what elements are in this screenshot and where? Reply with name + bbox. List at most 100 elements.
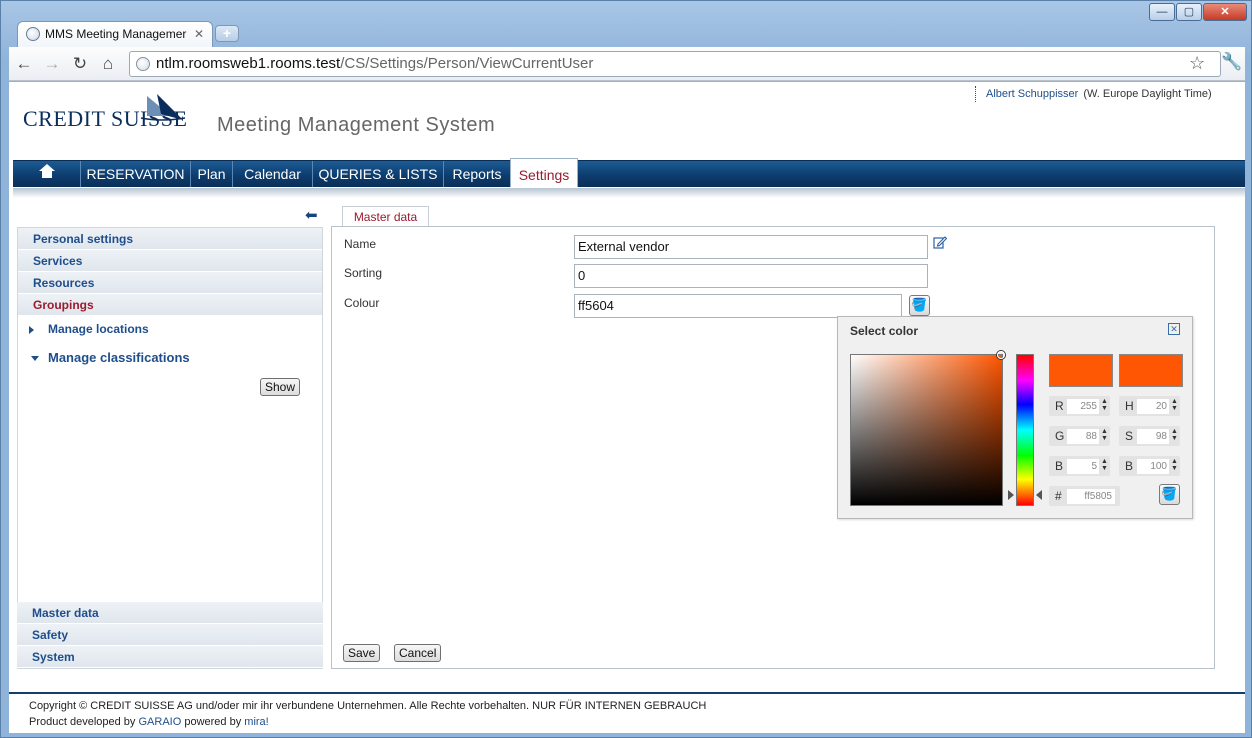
sorting-field[interactable]: 0 [574, 264, 928, 288]
color-picker-title: Select color [850, 324, 919, 338]
paint-bucket-icon[interactable]: 🪣 [909, 295, 930, 316]
sidebar-sub-manage-locations[interactable]: Manage locations [18, 318, 322, 344]
forward-arrow-icon[interactable]: → [41, 53, 63, 75]
menu-home[interactable] [13, 161, 81, 187]
tab-master-data[interactable]: Master data [342, 206, 429, 227]
green-input[interactable]: 88 [1067, 429, 1099, 444]
spinner-icon[interactable]: ▲ ▼ [1171, 458, 1178, 472]
saturation-label: S [1125, 429, 1134, 443]
color-picker: Select color ✕ R 255 ▲ ▼ H 20 ▲ ▼ G 88 ▲… [837, 316, 1193, 519]
brightness-label: B [1125, 459, 1134, 473]
close-icon[interactable]: ✕ [1168, 323, 1180, 335]
star-icon[interactable]: ☆ [1189, 53, 1205, 74]
red-input[interactable]: 255 [1067, 399, 1099, 414]
page-viewport: Albert Schuppisser (W. Europe Daylight Ti… [9, 82, 1245, 733]
name-label: Name [344, 237, 377, 251]
saturation-channel: S 98 ▲ ▼ [1119, 426, 1180, 446]
reload-icon[interactable]: ↻ [69, 53, 91, 75]
hue-input[interactable]: 20 [1137, 399, 1169, 414]
maximize-button[interactable]: ▢ [1176, 3, 1202, 21]
spinner-icon[interactable]: ▲ ▼ [1101, 398, 1108, 412]
browser-toolbar: ← → ↻ ⌂ ntlm.roomsweb1.rooms.test/CS/Set… [9, 47, 1245, 81]
hue-pointer-left-icon[interactable] [1008, 490, 1014, 500]
hex-channel: # ff5805 [1049, 486, 1120, 506]
current-color-swatch [1049, 354, 1113, 387]
new-color-swatch[interactable] [1119, 354, 1183, 387]
menu-shadow [13, 188, 1245, 198]
spinner-icon[interactable]: ▲ ▼ [1101, 458, 1108, 472]
menu-plan[interactable]: Plan [191, 161, 233, 187]
site-info-icon[interactable] [136, 57, 150, 71]
saturation-input[interactable]: 98 [1137, 429, 1169, 444]
sidebar-item-master-data[interactable]: Master data [17, 602, 323, 624]
blue-channel: B 5 ▲ ▼ [1049, 456, 1110, 476]
hue-slider[interactable] [1016, 354, 1034, 506]
save-button[interactable]: Save [343, 644, 381, 662]
timezone-label: (W. Europe Daylight Time) [1083, 88, 1212, 100]
sv-cursor[interactable] [997, 351, 1005, 359]
minimize-button[interactable]: — [1149, 3, 1175, 21]
user-info: Albert Schuppisser (W. Europe Daylight Ti… [975, 86, 1212, 102]
menu-reports[interactable]: Reports [444, 161, 511, 187]
edit-icon[interactable] [933, 235, 947, 249]
main-menu: RESERVATION Plan Calendar QUERIES & LIST… [13, 158, 1245, 187]
menu-reservation[interactable]: RESERVATION [81, 161, 191, 187]
url-host: ntlm.roomsweb1.rooms.test [156, 55, 341, 72]
colour-label: Colour [344, 296, 380, 310]
window-close-button[interactable]: ✕ [1203, 3, 1247, 21]
wrench-icon[interactable]: 🔧 [1221, 52, 1242, 72]
back-arrow-icon[interactable]: ← [13, 53, 35, 75]
sidebar-item-services[interactable]: Services [18, 250, 322, 272]
copyright-text: Copyright © CREDIT SUISSE AG und/oder mi… [29, 700, 707, 712]
green-label: G [1055, 429, 1065, 443]
spinner-icon[interactable]: ▲ ▼ [1171, 428, 1178, 442]
sidebar-item-system[interactable]: System [17, 646, 323, 668]
app-title: Meeting Management System [217, 114, 496, 136]
expand-arrow-icon [29, 326, 34, 334]
menu-queries-lists[interactable]: QUERIES & LISTS [313, 161, 444, 187]
url-path: /CS/Settings/Person/ViewCurrentUser [340, 55, 594, 72]
tab-close-icon[interactable]: ✕ [194, 27, 204, 41]
new-tab-button[interactable]: + [215, 25, 239, 42]
page-favicon-icon [26, 27, 40, 41]
sidebar-sub-manage-classifications[interactable]: Manage classifications [18, 347, 322, 373]
collapse-arrow-icon [31, 356, 39, 361]
sidebar-item-groupings[interactable]: Groupings [18, 294, 322, 316]
hex-input[interactable]: ff5805 [1067, 489, 1115, 504]
developer-line: Product developed by GARAIO powered by m… [29, 714, 1245, 730]
sidebar-item-safety[interactable]: Safety [17, 624, 323, 646]
blue-input[interactable]: 5 [1067, 459, 1099, 474]
spinner-icon[interactable]: ▲ ▼ [1171, 398, 1178, 412]
sidebar-item-personal-settings[interactable]: Personal settings [18, 228, 322, 250]
address-bar[interactable]: ntlm.roomsweb1.rooms.test/CS/Settings/Pe… [129, 51, 1221, 77]
menu-calendar[interactable]: Calendar [233, 161, 313, 187]
home-icon[interactable]: ⌂ [97, 53, 119, 75]
brightness-input[interactable]: 100 [1137, 459, 1169, 474]
brightness-channel: B 100 ▲ ▼ [1119, 456, 1180, 476]
menu-settings[interactable]: Settings [510, 158, 578, 187]
sidebar-sub-label: Manage locations [48, 322, 149, 336]
sidebar-bottom-sections: Master data Safety System [17, 602, 323, 668]
garaio-link[interactable]: GARAIO [138, 716, 181, 728]
paint-bucket-icon[interactable]: 🪣 [1159, 484, 1180, 505]
hex-label: # [1055, 489, 1062, 503]
mira-link[interactable]: mira! [244, 716, 268, 728]
user-name-link[interactable]: Albert Schuppisser [986, 88, 1078, 100]
red-label: R [1055, 399, 1064, 413]
cancel-button[interactable]: Cancel [394, 644, 442, 662]
sorting-label: Sorting [344, 266, 383, 280]
hue-pointer-right-icon[interactable] [1036, 490, 1042, 500]
sidebar-item-resources[interactable]: Resources [18, 272, 322, 294]
show-button[interactable]: Show [260, 378, 301, 396]
blue-label: B [1055, 459, 1064, 473]
browser-tab[interactable]: MMS Meeting Managemer ✕ [17, 21, 213, 47]
saturation-value-area[interactable] [850, 351, 1005, 506]
colour-field[interactable]: ff5604 [574, 294, 902, 318]
spinner-icon[interactable]: ▲ ▼ [1101, 428, 1108, 442]
collapse-sidebar-icon[interactable]: ⬅ [305, 206, 318, 224]
tab-title: MMS Meeting Managemer [45, 27, 187, 41]
sails-logo-icon [140, 94, 186, 121]
red-channel: R 255 ▲ ▼ [1049, 396, 1110, 416]
sidebar-sub-label: Manage classifications [48, 350, 190, 365]
name-field[interactable]: External vendor [574, 235, 928, 259]
